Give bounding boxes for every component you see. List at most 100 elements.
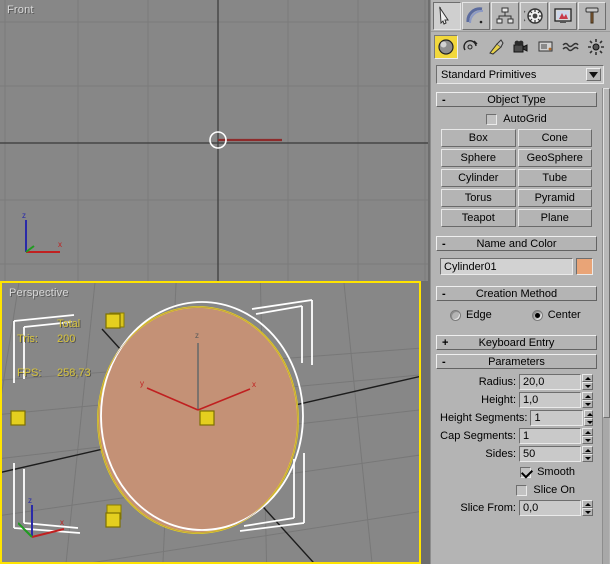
category-helpers[interactable]: [534, 35, 558, 59]
tab-display[interactable]: [549, 2, 577, 30]
radius-spinner-up[interactable]: [582, 374, 593, 382]
category-lights[interactable]: [484, 35, 508, 59]
tab-hierarchy[interactable]: [491, 2, 519, 30]
cap-segments-input[interactable]: 1: [519, 428, 581, 444]
param-row-radius: Radius: 20,0: [436, 373, 597, 391]
height-spinner-down[interactable]: [582, 400, 593, 408]
rollout-parameters-header[interactable]: - Parameters: [436, 354, 597, 369]
slice-from-spinner-down[interactable]: [582, 508, 593, 516]
shapes-icon: [463, 40, 478, 51]
radius-spinner-down[interactable]: [582, 382, 593, 390]
radius-input[interactable]: 20,0: [519, 374, 581, 390]
object-button-plane[interactable]: Plane: [517, 209, 592, 227]
height-segments-input[interactable]: 1: [530, 410, 583, 426]
category-systems[interactable]: [584, 35, 608, 59]
command-panel-scrollbar[interactable]: [602, 88, 610, 564]
object-button-sphere[interactable]: Sphere: [441, 149, 516, 167]
command-panel: Standard Primitives - Object Type AutoGr…: [430, 0, 610, 564]
rollout-keyboard-entry-header[interactable]: + Keyboard Entry: [436, 335, 597, 350]
category-dropdown[interactable]: Standard Primitives: [436, 65, 604, 84]
rollout-object-type-title: Object Type: [487, 93, 546, 106]
sides-spinner[interactable]: [582, 446, 593, 462]
cap-segments-spinner[interactable]: [582, 428, 593, 444]
creation-method-edge[interactable]: Edge: [450, 309, 492, 321]
object-button-cone[interactable]: Cone: [517, 129, 592, 147]
autogrid-row[interactable]: AutoGrid: [436, 111, 597, 129]
category-geometry[interactable]: [434, 35, 458, 59]
smooth-checkbox[interactable]: [520, 466, 532, 478]
object-color-swatch[interactable]: [576, 258, 593, 275]
rollout-creation-method-sign: -: [442, 287, 446, 300]
radius-spinner[interactable]: [582, 374, 593, 390]
center-radio-label: Center: [547, 309, 581, 321]
tab-modify[interactable]: [462, 2, 490, 30]
object-button-tube[interactable]: Tube: [517, 169, 592, 187]
sides-spinner-up[interactable]: [582, 446, 593, 454]
slice-on-row[interactable]: Slice On: [436, 481, 597, 499]
autogrid-checkbox[interactable]: [486, 113, 498, 125]
object-button-pyramid[interactable]: Pyramid: [517, 189, 592, 207]
height-label: Height:: [481, 394, 516, 406]
tab-motion[interactable]: [520, 2, 548, 30]
space-warps-icon: [562, 42, 579, 52]
svg-text:x: x: [60, 518, 64, 527]
smooth-row[interactable]: Smooth: [436, 463, 597, 481]
object-name-input[interactable]: Cylinder01: [440, 258, 573, 275]
center-radio-dot[interactable]: [531, 309, 543, 321]
rollout-creation-method-header[interactable]: - Creation Method: [436, 286, 597, 301]
edge-radio-dot[interactable]: [450, 309, 461, 321]
command-panel-scroll-area: - Object Type AutoGrid Box Cone Sphere G…: [431, 88, 610, 564]
tab-utilities[interactable]: [578, 2, 606, 30]
slice-on-checkbox[interactable]: [516, 484, 528, 496]
height-segments-spinner-down[interactable]: [583, 418, 593, 426]
rollout-parameters-title: Parameters: [488, 355, 545, 368]
category-cameras[interactable]: [509, 35, 533, 59]
rollout-name-color-sign: -: [442, 237, 446, 250]
category-space-warps[interactable]: [559, 35, 583, 59]
rollout-name-color-header[interactable]: - Name and Color: [436, 236, 597, 251]
object-button-teapot[interactable]: Teapot: [441, 209, 516, 227]
perspective-axis-tripod: z x: [18, 496, 65, 538]
cap-segments-spinner-down[interactable]: [582, 436, 593, 444]
category-shapes[interactable]: [459, 35, 483, 59]
height-segments-spinner-up[interactable]: [583, 410, 593, 418]
rollout-object-type-body: AutoGrid Box Cone Sphere GeoSphere Cylin…: [436, 107, 597, 232]
cameras-icon: [513, 40, 528, 53]
object-button-geosphere[interactable]: GeoSphere: [517, 149, 592, 167]
lights-icon: [489, 39, 504, 55]
command-panel-scrollbar-thumb[interactable]: [603, 88, 610, 418]
height-spinner[interactable]: [582, 392, 593, 408]
sides-input[interactable]: 50: [519, 446, 581, 462]
creation-method-center[interactable]: Center: [531, 309, 581, 321]
edge-radio-label: Edge: [466, 309, 492, 321]
param-row-height: Height: 1,0: [436, 391, 597, 409]
utilities-hammer-icon: [585, 7, 599, 24]
radius-label: Radius:: [478, 376, 516, 388]
height-spinner-up[interactable]: [582, 392, 593, 400]
front-axis-tripod: z x: [22, 211, 62, 253]
autogrid-label: AutoGrid: [503, 113, 547, 125]
creation-method-radios: Edge Center: [436, 305, 597, 326]
rollout-name-color-body: Cylinder01: [436, 251, 597, 282]
rollouts-container: - Object Type AutoGrid Box Cone Sphere G…: [431, 88, 603, 522]
tab-create[interactable]: [433, 2, 461, 30]
rollout-keyboard-entry-sign: +: [442, 336, 449, 349]
viewport-front[interactable]: Front z x: [0, 0, 428, 281]
create-arrow-icon: [439, 6, 449, 25]
sides-spinner-down[interactable]: [582, 454, 593, 462]
modify-arc-icon: [466, 7, 484, 24]
slice-from-input[interactable]: 0,0: [519, 500, 581, 516]
param-row-height-segments: Height Segments: 1: [436, 409, 597, 427]
object-button-cylinder[interactable]: Cylinder: [441, 169, 516, 187]
rollout-object-type-header[interactable]: - Object Type: [436, 92, 597, 107]
slice-from-spinner[interactable]: [582, 500, 593, 516]
slice-from-spinner-up[interactable]: [582, 500, 593, 508]
height-segments-spinner[interactable]: [583, 410, 593, 426]
object-button-torus[interactable]: Torus: [441, 189, 516, 207]
height-input[interactable]: 1,0: [519, 392, 581, 408]
stat-total-label: Total: [57, 318, 81, 330]
cap-segments-spinner-up[interactable]: [582, 428, 593, 436]
stat-fps-label: FPS:: [17, 367, 42, 379]
object-button-box[interactable]: Box: [441, 129, 516, 147]
chevron-down-icon[interactable]: [586, 68, 601, 81]
